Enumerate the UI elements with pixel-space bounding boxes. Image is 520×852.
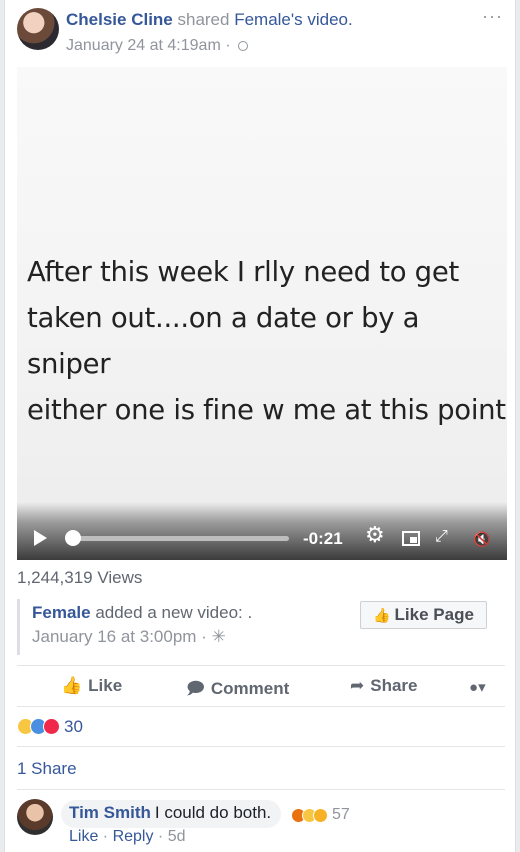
shared-video-link[interactable]: 's video. [291,10,353,29]
post-header: Chelsie Cline shared Female's video. [66,10,353,30]
time-remaining: -0:21 [303,529,343,548]
author-name-link[interactable]: Chelsie Cline [66,10,173,29]
meta-separator: · [196,627,212,646]
original-post-line: Female added a new video: . [32,603,252,623]
share-label: Share [370,676,418,695]
globe-icon [237,40,248,51]
share-button[interactable]: ➦ Share [350,676,418,696]
comment-label: Comment [210,679,290,698]
comment-reaction-count: 57 [332,806,350,823]
meta-separator: · [98,828,113,845]
original-timestamp[interactable]: January 16 at 3:00pm [32,627,196,646]
source-page-link[interactable]: Female [234,10,291,29]
fullscreen-icon[interactable]: ⤢ [435,528,448,546]
chevron-down-icon: ▾ [478,679,486,696]
like-page-button[interactable]: 👍 Like Page [360,601,487,629]
gear-icon: ✳ [211,627,226,646]
video-caption-line: After this week I rlly need to get [27,256,459,288]
post-actions-bar: 👍 Like 🗩 Comment ➦ Share ●▾ [17,666,505,706]
comment-reply-link[interactable]: Reply [113,828,154,845]
original-post-attribution: Female added a new video: . January 16 a… [17,599,505,655]
video-caption-line: either one is fine w me at this point [27,394,506,426]
post-as-selector[interactable]: ●▾ [469,678,486,696]
comment-bubble: Tim Smith I could do both. [61,800,282,828]
progress-knob[interactable] [65,530,81,546]
comment-text: I could do both. [154,803,272,822]
meta-separator: · [153,828,168,845]
progress-bar[interactable] [69,536,289,541]
original-action-text: added a new video: . [90,603,253,622]
commenter-name-link[interactable]: Tim Smith [69,803,151,822]
divider [17,706,505,707]
comment-age[interactable]: 5d [168,828,186,845]
post-timestamp[interactable]: January 24 at 4:19am [66,37,221,54]
meta-separator: · [220,37,235,54]
comment-actions: Like · Reply · 5d [69,828,186,846]
more-options-icon[interactable]: ··· [482,6,503,27]
comment-reactions[interactable]: 57 [291,806,350,824]
like-page-label: Like Page [394,605,474,624]
original-page-link[interactable]: Female [32,603,91,622]
post-card: Chelsie Cline shared Female's video. Jan… [4,0,516,852]
profile-globe-icon: ● [469,679,479,696]
sad-reaction-icon [313,807,328,823]
video-caption: After this week I rlly need to get taken… [27,249,507,433]
shared-text: shared [172,10,235,29]
divider [17,789,505,790]
video-controls: -0:21 ⚙ ⤢ 🔇 [17,502,507,560]
play-icon[interactable] [34,530,47,546]
settings-gear-icon[interactable]: ⚙ [365,524,385,546]
view-count: 1,244,319 Views [17,568,143,587]
reactions-count: 30 [64,716,83,736]
post-meta: January 24 at 4:19am · [66,37,248,55]
reactions-summary[interactable]: 30 [17,716,83,738]
comment-bubble-icon: 🗩 [186,679,205,698]
comment-like-link[interactable]: Like [69,828,98,845]
thumbs-up-icon: 👍 [373,607,391,623]
mute-icon[interactable]: 🔇 [473,530,490,548]
video-player[interactable]: After this week I rlly need to get taken… [17,67,507,560]
video-caption-line: taken out....on a date or by a sniper [27,302,420,380]
like-label: Like [88,676,123,695]
commenter-avatar[interactable] [17,799,53,835]
thumbs-up-outline-icon: 👍 [61,676,83,695]
like-button[interactable]: 👍 Like [61,676,122,696]
share-count-link[interactable]: 1 Share [17,759,77,779]
love-reaction-icon [43,718,60,736]
comment-button[interactable]: 🗩 Comment [186,676,289,705]
share-arrow-icon: ➦ [350,676,365,695]
author-avatar[interactable] [17,8,59,50]
original-post-meta: January 16 at 3:00pm · ✳ [32,627,226,647]
picture-in-picture-icon[interactable] [402,531,420,546]
divider [17,746,505,747]
